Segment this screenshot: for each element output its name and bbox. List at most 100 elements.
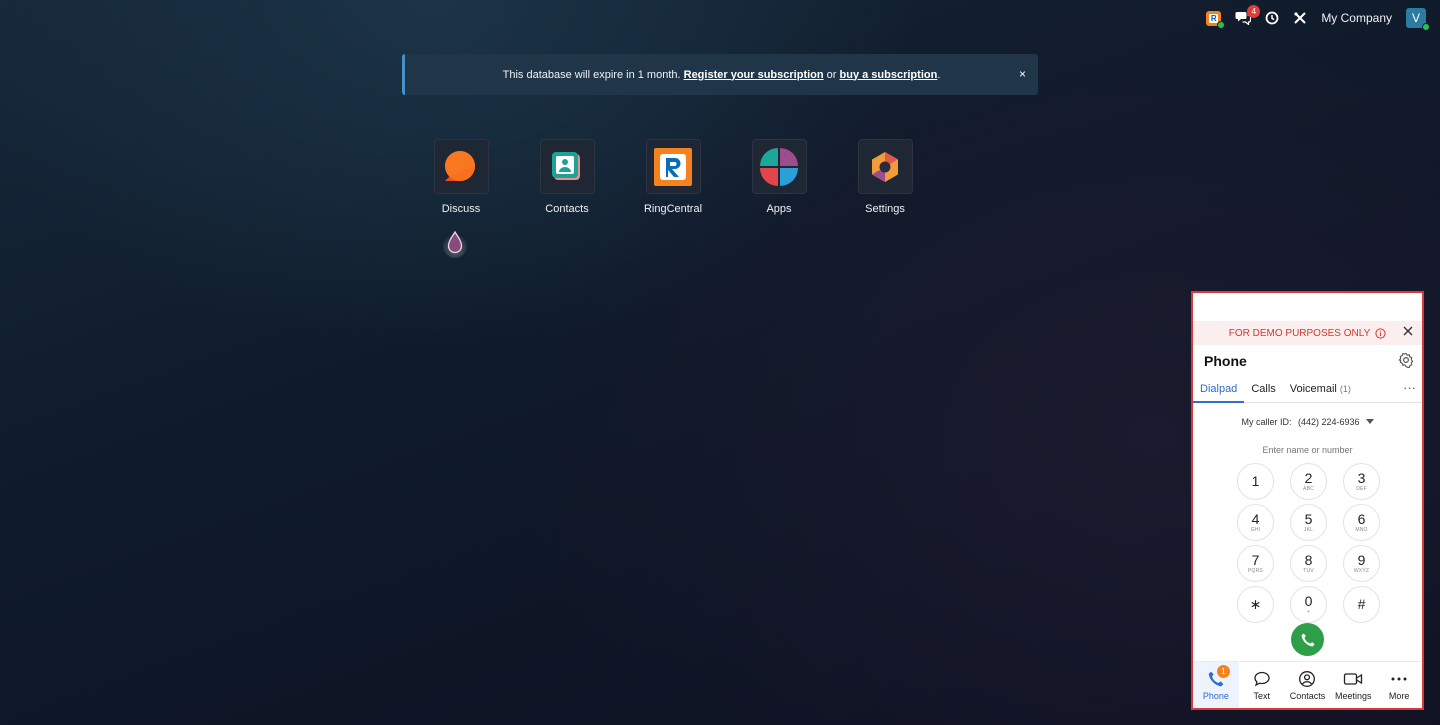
expiration-alert: This database will expire in 1 month. Re… [402,54,1038,95]
demo-banner: FOR DEMO PURPOSES ONLY [1193,321,1422,345]
apps-icon [751,139,807,194]
company-switcher[interactable]: My Company [1321,11,1392,25]
alert-text: This database will expire in 1 month. [502,68,681,81]
app-label: RingCentral [643,203,703,215]
debug-tools-button[interactable] [1293,11,1307,25]
bottom-nav: 1 Phone Text Contacts Meetings More [1193,661,1422,708]
nav-label: Contacts [1289,691,1326,701]
phone-icon [1301,633,1314,646]
nav-label: More [1388,691,1410,701]
app-label: Contacts [545,203,589,215]
dial-key-7[interactable]: 7 PQRS [1237,545,1274,582]
tab-label: Voicemail [1289,382,1337,395]
tab-voicemail[interactable]: Voicemail (1) [1283,377,1358,403]
dial-key-1[interactable]: 1 [1237,463,1274,500]
dial-key-2[interactable]: 2 ABC [1290,463,1327,500]
dial-key-star[interactable]: ∗ [1237,586,1274,623]
messages-tray-button[interactable]: 4 [1235,5,1261,25]
nav-label: Text [1253,691,1270,701]
nav-label: Phone [1202,691,1229,701]
info-icon[interactable] [1375,327,1386,339]
app-grid: Discuss Contacts RingCentral Apps Settin… [408,139,938,215]
call-button[interactable] [1291,623,1324,656]
key-letters: PQRS [1248,567,1263,574]
dial-key-4[interactable]: 4 GHI [1237,504,1274,541]
alert-or-text: or [826,68,837,81]
settings-icon [857,139,913,194]
dial-key-0[interactable]: 0 + [1290,586,1327,623]
dial-key-5[interactable]: 5 JKL [1290,504,1327,541]
dial-key-8[interactable]: 8 TUV [1290,545,1327,582]
dial-key-6[interactable]: 6 MNO [1343,504,1380,541]
clock-icon [1265,11,1279,25]
nav-contacts[interactable]: Contacts [1285,662,1331,708]
drop-icon [443,230,467,258]
key-letters: DEF [1356,485,1367,492]
key-letters: MNO [1355,526,1368,533]
online-status-dot [1217,20,1226,29]
dialpad: 1 2 ABC 3 DEF 4 GHI 5 JKL 6 MNO 7 PQRS 8 TUV 9W… [1237,463,1380,623]
key-digit: 1 [1251,473,1260,489]
buy-subscription-link[interactable]: buy a subscription [840,69,938,81]
key-digit: 8 [1304,551,1313,568]
alert-close-button[interactable]: × [1019,67,1026,81]
user-initial: V [1411,11,1420,25]
key-letters: JKL [1303,526,1314,533]
ringcentral-icon [645,139,701,194]
caller-id-select[interactable]: (442) 224-6936 [1298,417,1374,427]
demo-banner-text: FOR DEMO PURPOSES ONLY [1228,327,1371,339]
key-letters: GHI [1250,526,1261,533]
contact-person-icon [1299,671,1316,687]
app-label: Apps [766,203,792,215]
voicemail-count: (1) [1339,383,1351,394]
dial-key-9[interactable]: 9 WXYZ [1343,545,1380,582]
more-dots-icon [1391,677,1407,681]
app-discuss[interactable]: Discuss [408,139,514,215]
app-settings[interactable]: Settings [832,139,938,215]
nav-meetings[interactable]: Meetings [1330,662,1376,708]
tab-calls[interactable]: Calls [1244,377,1282,403]
key-digit: 6 [1357,510,1366,527]
tabs-more-button[interactable]: ··· [1403,377,1416,403]
nav-text[interactable]: Text [1239,662,1285,708]
app-apps[interactable]: Apps [726,139,832,215]
nav-label: Meetings [1335,691,1372,701]
app-contacts[interactable]: Contacts [514,139,620,215]
key-digit: ∗ [1249,596,1262,612]
key-digit: 4 [1251,510,1260,527]
dial-key-hash[interactable]: # [1343,586,1380,623]
close-icon[interactable] [1402,325,1414,337]
ringcentral-phone-widget: FOR DEMO PURPOSES ONLY Phone Dialpad Cal… [1191,291,1424,710]
caller-id-label: My caller ID: [1241,417,1292,427]
user-online-dot [1422,23,1430,31]
alert-period: . [937,68,941,81]
nav-more[interactable]: More [1376,662,1422,708]
systray: R 4 My Company V [1206,5,1430,31]
phone-title: Phone [1204,353,1247,369]
key-letters: ABC [1303,485,1314,492]
ringcentral-tray-button[interactable]: R [1206,10,1226,29]
number-input[interactable] [1213,441,1402,459]
app-label: Settings [865,203,905,215]
app-label: Discuss [441,203,481,215]
message-bubble-icon [1254,671,1270,687]
key-digit: 7 [1251,551,1260,568]
app-ringcentral[interactable]: RingCentral [620,139,726,215]
key-digit: 3 [1357,469,1366,486]
caret-down-icon [1365,419,1374,424]
missed-calls-badge: 1 [1217,665,1230,678]
nav-phone[interactable]: 1 Phone [1193,662,1239,708]
key-letters: + [1306,608,1311,615]
activity-tray-button[interactable] [1265,11,1279,25]
dial-key-3[interactable]: 3 DEF [1343,463,1380,500]
key-digit: # [1357,596,1366,612]
tools-icon [1294,12,1307,24]
register-subscription-link[interactable]: Register your subscription [684,69,824,81]
tab-label: Dialpad [1200,382,1238,395]
tab-dialpad[interactable]: Dialpad [1193,377,1245,403]
key-digit: 2 [1304,469,1313,486]
key-digit: 0 [1304,592,1313,609]
user-avatar[interactable]: V [1406,8,1430,31]
discuss-icon [433,139,489,194]
gear-icon[interactable] [1398,352,1414,368]
